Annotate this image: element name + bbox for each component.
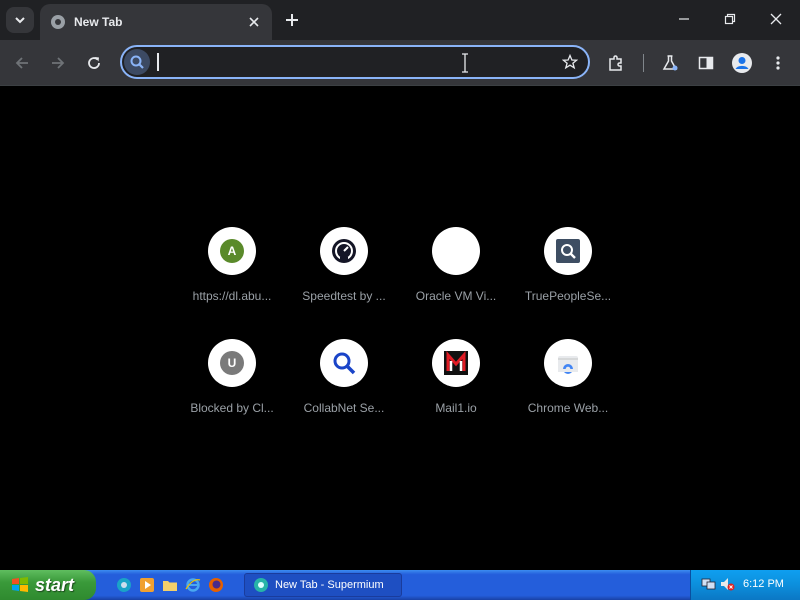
clock: 6:12 PM [743,578,784,590]
shortcut-icon-circle [320,227,368,275]
browser-window: New Tab A https://dl.abu... Speedtest by… [0,0,800,570]
plus-icon [286,14,298,26]
ibeam-cursor-icon [462,53,468,73]
mail1-icon [444,351,468,375]
start-label: start [35,574,75,595]
extensions-button[interactable] [602,49,630,77]
back-button[interactable] [8,49,36,77]
shortcut-label: Speedtest by ... [302,289,386,303]
address-bar[interactable] [120,45,590,79]
address-input[interactable] [156,51,536,73]
windows-logo-icon [12,577,28,592]
labs-button[interactable] [656,49,684,77]
search-icon [333,352,356,375]
shortcut-tile[interactable]: Chrome Web... [512,323,624,435]
globe-icon [50,14,66,30]
internet-explorer-quicklaunch-icon[interactable] [184,576,202,594]
title-bar: New Tab [0,0,800,40]
shortcut-icon-circle [320,339,368,387]
speedtest-icon [332,239,356,263]
tab-title: New Tab [74,15,123,29]
reload-button[interactable] [80,49,108,77]
text-caret [157,53,159,71]
shortcut-label: TruePeopleSe... [524,289,612,303]
minimize-icon [679,18,689,20]
shortcut-tile[interactable]: Oracle VM Vi... [400,211,512,323]
bookmark-star-icon[interactable] [560,52,580,72]
browser-quicklaunch-icon[interactable] [115,576,133,594]
tab-search-button[interactable] [6,7,34,33]
close-tab-icon[interactable] [244,12,264,32]
shortcut-icon-circle: A [208,227,256,275]
close-icon [770,13,782,25]
folder-quicklaunch-icon[interactable] [161,576,179,594]
reload-icon [88,57,100,69]
letter-u-icon: U [220,351,244,375]
shortcut-tile[interactable]: CollabNet Se... [288,323,400,435]
side-panel-button[interactable] [692,49,720,77]
flask-icon [662,55,678,71]
shortcut-tile[interactable]: A https://dl.abu... [176,211,288,323]
forward-button[interactable] [44,49,72,77]
side-panel-icon [698,56,714,70]
firefox-quicklaunch-icon[interactable] [207,576,225,594]
shortcut-tile[interactable]: TruePeopleSe... [512,211,624,323]
volume-muted-icon[interactable] [719,576,735,592]
menu-button[interactable] [764,49,792,77]
blank-icon [432,227,480,275]
shortcut-icon-circle: U [208,339,256,387]
arrow-left-icon [15,57,28,69]
toolbar [0,40,800,86]
shortcut-label: Mail1.io [435,401,477,415]
shortcut-icon-circle [544,339,592,387]
taskbar-item-label: New Tab - Supermium [275,579,384,591]
media-player-quicklaunch-icon[interactable] [138,576,156,594]
browser-app-icon [254,578,268,592]
shortcut-label: CollabNet Se... [303,401,385,415]
shortcut-tile[interactable]: Speedtest by ... [288,211,400,323]
letter-a-icon: A [220,239,244,263]
shortcut-label: Chrome Web... [527,401,609,415]
taskbar: start New Tab - Supermium 6:12 PM [0,570,800,600]
search-icon [124,49,150,75]
truepeople-search-icon [556,239,580,263]
shortcut-label: https://dl.abu... [192,289,272,303]
system-tray: 6:12 PM [690,570,800,600]
chevron-down-icon [15,17,25,24]
shortcut-tile[interactable]: Mail1.io [400,323,512,435]
arrow-right-icon [52,57,65,69]
start-button[interactable]: start [0,570,96,600]
puzzle-icon [609,55,622,71]
restore-button[interactable] [708,4,752,34]
new-tab-button[interactable] [280,8,304,32]
shortcut-icon-circle [544,227,592,275]
shortcut-tile[interactable]: U Blocked by Cl... [176,323,288,435]
restore-icon [724,13,736,25]
more-vert-icon [776,56,780,70]
close-window-button[interactable] [754,4,798,34]
chrome-web-store-icon [558,356,578,374]
taskbar-item-supermium[interactable]: New Tab - Supermium [244,573,402,597]
shortcut-label: Oracle VM Vi... [415,289,497,303]
shortcut-label: Blocked by Cl... [190,401,274,415]
avatar-icon [732,53,752,73]
toolbar-divider [643,54,644,72]
shortcut-icon-circle [432,339,480,387]
profile-button[interactable] [728,49,756,77]
tab-new-tab[interactable]: New Tab [40,4,272,40]
network-icon[interactable] [701,576,717,592]
minimize-button[interactable] [662,4,706,34]
